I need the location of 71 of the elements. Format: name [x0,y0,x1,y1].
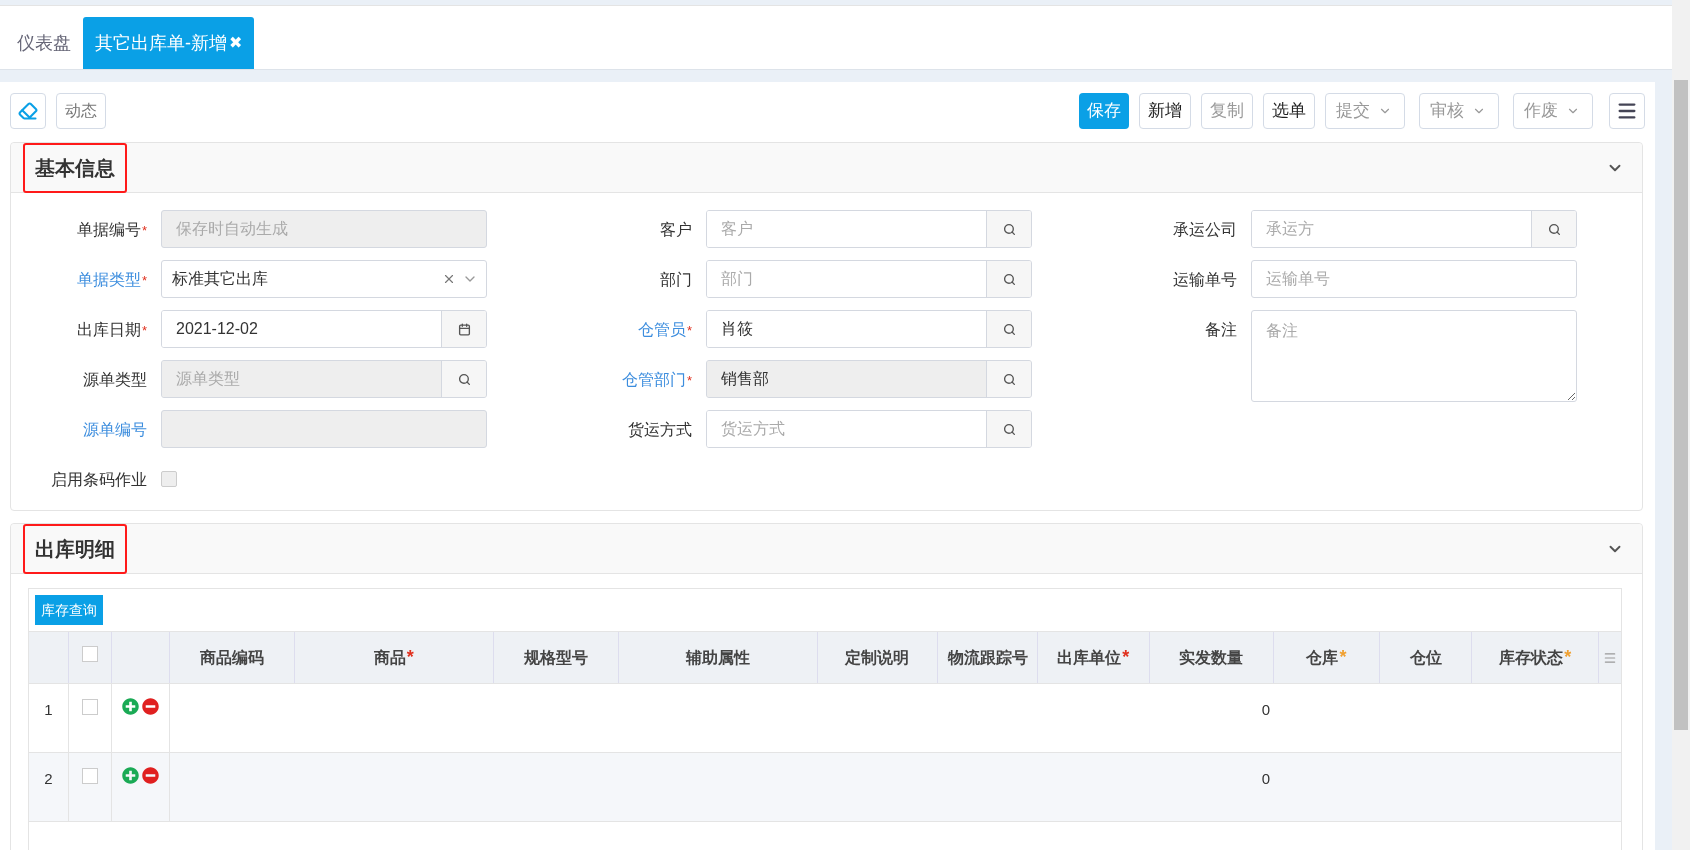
required-mark: * [141,273,147,288]
note-field[interactable]: 备注 [1251,310,1577,402]
field-label: 运输单号 [1173,271,1237,288]
calendar-icon[interactable] [457,322,471,336]
column-header[interactable]: 规格型号 [523,645,588,670]
lookup-field[interactable]: 承运方 [1251,210,1577,248]
required-mark: * [1564,648,1572,666]
clear-icon[interactable] [442,272,456,286]
column-header[interactable]: 出库单位 [1057,645,1122,670]
field-label: 启用条码作业 [51,471,147,488]
eraser-icon [18,101,38,121]
lookup-field[interactable]: 客户 [706,210,1032,248]
column-header[interactable]: 辅助属性 [685,645,750,670]
select-all-checkbox[interactable] [81,646,98,662]
lookup-field[interactable]: 部门 [706,260,1032,298]
select-field[interactable]: 标准其它出库 [161,260,487,298]
lookup-field[interactable]: 货运方式 [706,410,1032,448]
search-icon[interactable] [1002,272,1016,286]
required-mark: * [686,323,692,338]
date-field[interactable]: 2021-12-02 [161,310,487,348]
eraser-button[interactable] [10,93,46,129]
search-icon[interactable] [1002,222,1016,236]
select-value: 标准其它出库 [172,269,269,289]
required-mark: * [1339,648,1347,666]
field-label: 货运方式 [628,421,692,438]
remove-row-icon[interactable] [142,767,159,784]
search-icon[interactable] [1002,322,1016,336]
field-label[interactable]: 单据类型 [76,271,141,288]
tab[interactable]: 仪表盘 [5,17,83,69]
quantity-cell-text: 0 [1261,700,1270,720]
field-label: 部门 [660,271,692,288]
row-number: 2 [44,769,53,789]
field-label: 备注 [1205,321,1237,338]
lookup-field[interactable]: 肖筱 [706,310,1032,348]
column-header[interactable]: 仓位 [1409,645,1442,670]
search-icon[interactable] [1547,222,1561,236]
column-header[interactable]: 物流跟踪号 [947,645,1028,670]
field-label: 出库日期 [76,321,141,338]
field-label[interactable]: 仓管员 [637,321,686,338]
column-header[interactable]: 定制说明 [845,645,910,670]
field-label: 承运公司 [1173,221,1237,238]
field-label: 源单类型 [83,371,147,388]
column-header[interactable]: 库存状态 [1499,645,1564,670]
add-row-icon[interactable] [122,767,139,784]
menu-button[interactable] [1609,93,1645,129]
required-mark: * [1122,648,1130,666]
column-header[interactable]: 仓库 [1306,645,1339,670]
quantity-cell-text: 0 [1261,769,1270,789]
required-mark: * [141,323,147,338]
activity-button[interactable]: 动态 [56,93,106,129]
toolbar-button[interactable]: 新增 [1139,93,1191,129]
add-row-icon[interactable] [122,698,139,715]
field-label: 客户 [660,221,692,238]
column-header[interactable]: 商品 [373,645,406,670]
toolbar-button[interactable]: 选单 [1263,93,1315,129]
search-icon[interactable] [1002,422,1016,436]
required-mark: * [406,648,414,666]
required-mark: * [141,223,147,238]
column-header[interactable]: 实发数量 [1179,645,1244,670]
required-mark: * [686,373,692,388]
column-header[interactable]: 商品编码 [199,645,264,670]
section-title: 基本信息 [23,142,127,193]
menu-icon [1616,100,1638,122]
remove-row-icon[interactable] [142,698,159,715]
section-title: 出库明细 [23,523,127,574]
scrollbar[interactable] [1672,0,1690,850]
field-label: 单据编号 [76,221,141,238]
row-checkbox[interactable] [82,699,98,715]
input-field[interactable]: 运输单号 [1251,260,1577,298]
row-checkbox[interactable] [82,768,98,784]
row-number: 1 [44,700,53,720]
